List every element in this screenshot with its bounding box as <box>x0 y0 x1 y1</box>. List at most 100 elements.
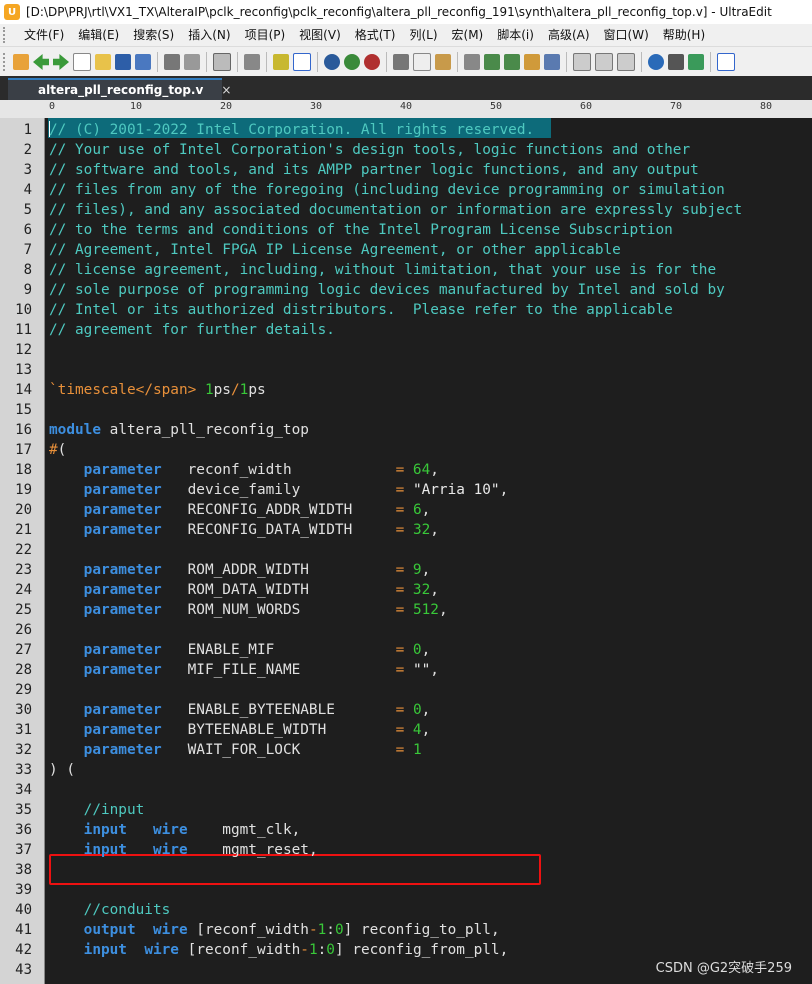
menu-window[interactable]: 窗口(W) <box>597 24 656 46</box>
forward-arrow-icon[interactable] <box>53 54 69 70</box>
window-cascade-icon[interactable] <box>595 53 613 71</box>
line-number: 23 <box>15 562 32 578</box>
menu-project[interactable]: 项目(P) <box>238 24 293 46</box>
code-line: ) ( <box>49 762 76 778</box>
save-all-icon[interactable] <box>135 54 151 70</box>
line-number: 24 <box>15 582 32 598</box>
back-arrow-icon[interactable] <box>33 54 49 70</box>
line-number: 7 <box>23 242 32 258</box>
ftp-icon[interactable] <box>668 54 684 70</box>
column-mode-icon[interactable] <box>273 54 289 70</box>
watermark: CSDN @G2突破手259 <box>655 961 792 976</box>
toolbar <box>0 46 812 77</box>
menu-insert[interactable]: 插入(N) <box>181 24 237 46</box>
code-line: parameter RECONFIG_ADDR_WIDTH = 6, <box>83 502 431 518</box>
ruler-label: 50 <box>490 101 503 112</box>
code-line: // files), and any associated documentat… <box>49 202 743 218</box>
line-number: 22 <box>15 542 32 558</box>
ruler-label: 70 <box>670 101 683 112</box>
layout-icon[interactable] <box>717 53 735 71</box>
code-line: output wire [reconf_width-1:0] reconfig_… <box>83 922 500 938</box>
line-number-gutter[interactable]: 1 2 3 4 5 6 7 8 9 10 11 12 13 14 15 16 17 18 19 20 21 22 23 24 2… <box>0 118 45 984</box>
menu-edit[interactable]: 编辑(E) <box>71 24 126 46</box>
line-number: 21 <box>15 522 32 538</box>
code-line: parameter ROM_NUM_WORDS = 512, <box>83 602 448 618</box>
toolbar-separator <box>710 52 711 72</box>
line-number: 37 <box>15 842 32 858</box>
code-line: //input <box>49 802 145 818</box>
line-number: 4 <box>23 182 32 198</box>
copy-icon[interactable] <box>413 53 431 71</box>
menu-file[interactable]: 文件(F) <box>17 24 71 46</box>
ruler-label: 30 <box>310 101 323 112</box>
window-stack-icon[interactable] <box>617 53 635 71</box>
ruler-label: 60 <box>580 101 593 112</box>
menu-view[interactable]: 视图(V) <box>292 24 348 46</box>
window-title: [D:\DP\PRJ\rtl\VX1_TX\AlteraIP\pclk_reco… <box>26 5 772 19</box>
menu-search[interactable]: 搜索(S) <box>126 24 181 46</box>
code-line: #( <box>49 442 67 458</box>
menu-macro[interactable]: 宏(M) <box>445 24 491 46</box>
new-project-icon[interactable] <box>13 54 29 70</box>
code-line: // sole purpose of programming logic dev… <box>49 282 725 298</box>
menu-format[interactable]: 格式(T) <box>348 24 403 46</box>
code-line: parameter MIF_FILE_NAME = "", <box>83 662 439 678</box>
line-number: 27 <box>15 642 32 658</box>
line-number: 20 <box>15 502 32 518</box>
upper-case-icon[interactable] <box>324 54 340 70</box>
code-editor[interactable]: // (C) 2001-2022 Intel Corporation. All … <box>45 118 812 984</box>
ruler-label: 40 <box>400 101 413 112</box>
code-line: parameter WAIT_FOR_LOCK = 1 <box>83 742 422 758</box>
list-icon[interactable] <box>213 53 231 71</box>
code-line: parameter RECONFIG_DATA_WIDTH = 32, <box>83 522 439 538</box>
line-number: 42 <box>15 942 32 958</box>
text-caret <box>49 121 50 137</box>
hex-edit-icon[interactable] <box>244 54 260 70</box>
print-icon[interactable] <box>164 54 180 70</box>
save-icon[interactable] <box>115 54 131 70</box>
code-line: parameter ENABLE_MIF = 0, <box>83 642 431 658</box>
code-line: parameter ENABLE_BYTEENABLE = 0, <box>83 702 431 718</box>
paste-icon[interactable] <box>435 54 451 70</box>
cut-icon[interactable] <box>393 54 409 70</box>
line-number: 38 <box>15 862 32 878</box>
tab-bar: altera_pll_reconfig_top.v × <box>0 76 812 100</box>
invert-case-icon[interactable] <box>364 54 380 70</box>
window-tile-icon[interactable] <box>573 53 591 71</box>
code-line: input wire mgmt_clk, <box>83 822 301 838</box>
line-number: 13 <box>15 362 32 378</box>
line-number: 16 <box>15 422 32 438</box>
line-number: 41 <box>15 922 32 938</box>
menu-advanced[interactable]: 高级(A) <box>541 24 597 46</box>
line-number: 31 <box>15 722 32 738</box>
menu-help[interactable]: 帮助(H) <box>656 24 712 46</box>
menu-column[interactable]: 列(L) <box>402 24 444 46</box>
code-line: parameter ROM_DATA_WIDTH = 32, <box>83 582 439 598</box>
word-wrap-icon[interactable] <box>293 53 311 71</box>
line-number: 17 <box>15 442 32 458</box>
find-icon[interactable] <box>464 54 480 70</box>
tab-altera-pll-reconfig-top[interactable]: altera_pll_reconfig_top.v × <box>8 78 231 100</box>
refresh-icon[interactable] <box>688 54 704 70</box>
ruler-label: 80 <box>760 101 773 112</box>
line-number: 12 <box>15 342 32 358</box>
toolbar-separator <box>386 52 387 72</box>
toolbar-separator <box>317 52 318 72</box>
line-number: 2 <box>23 142 32 158</box>
open-folder-icon[interactable] <box>95 54 111 70</box>
toolbar-separator <box>206 52 207 72</box>
replace-icon[interactable] <box>524 54 540 70</box>
code-line: // license agreement, including, without… <box>49 262 717 278</box>
web-browser-icon[interactable] <box>648 54 664 70</box>
close-icon[interactable]: × <box>221 83 231 97</box>
line-number: 3 <box>23 162 32 178</box>
find-prev-icon[interactable] <box>504 54 520 70</box>
line-number: 11 <box>15 322 32 338</box>
print-preview-icon[interactable] <box>184 54 200 70</box>
menu-script[interactable]: 脚本(i) <box>490 24 541 46</box>
find-next-icon[interactable] <box>484 54 500 70</box>
new-file-icon[interactable] <box>73 53 91 71</box>
find-in-files-icon[interactable] <box>544 54 560 70</box>
code-line: parameter BYTEENABLE_WIDTH = 4, <box>83 722 431 738</box>
lower-case-icon[interactable] <box>344 54 360 70</box>
